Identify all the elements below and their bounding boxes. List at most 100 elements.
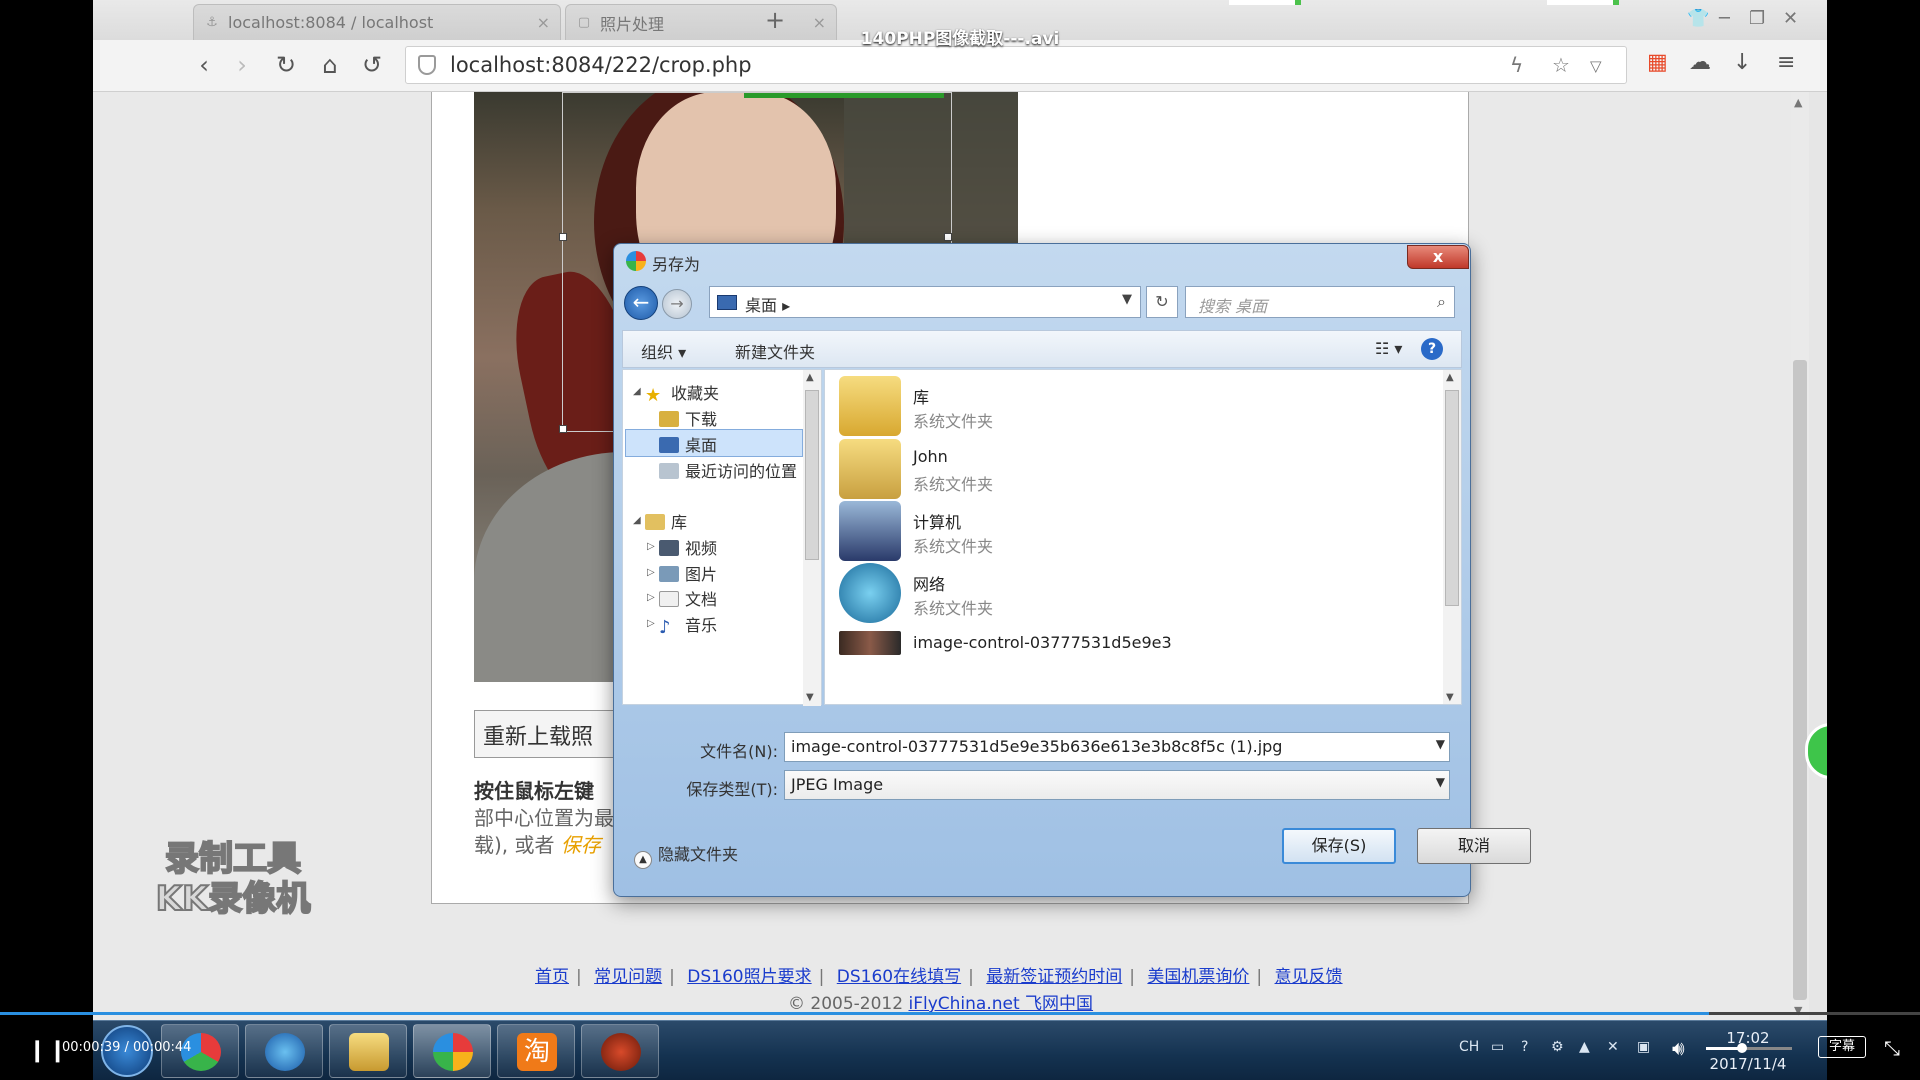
download-icon[interactable]: ↓ [1733, 50, 1751, 75]
back-arrow-icon[interactable]: ← [624, 286, 658, 320]
volume-muted-icon[interactable]: ✕ [1607, 1039, 1619, 1055]
clock[interactable]: 17:02 2017/11/4 [1693, 1025, 1803, 1077]
undo-close-icon[interactable]: ↺ [357, 50, 387, 80]
footer-link-ds160-online[interactable]: DS160在线填写 [837, 967, 961, 987]
expand-icon[interactable]: ▷ [647, 541, 655, 552]
scroll-down-icon[interactable]: ▼ [1794, 1004, 1802, 1017]
tab-localhost[interactable]: ⚓ localhost:8084 / localhost × [193, 4, 561, 40]
scroll-thumb[interactable] [1793, 360, 1807, 1000]
url-text[interactable]: localhost:8084/222/crop.php [450, 53, 752, 77]
expand-icon[interactable]: ◢ [633, 515, 641, 526]
copyright-link[interactable]: iFlyChina.net 飞网中国 [908, 994, 1093, 1014]
page-scrollbar[interactable]: ▲ ▼ [1791, 92, 1809, 1020]
forward-arrow-icon[interactable]: → [662, 289, 692, 319]
footer-link-feedback[interactable]: 意见反馈 [1275, 967, 1343, 987]
taskbar-taobao[interactable]: 淘 [497, 1024, 575, 1078]
expand-icon[interactable]: ▷ [647, 567, 655, 578]
taskbar-explorer[interactable] [329, 1024, 407, 1078]
restore-icon[interactable]: ❐ [1749, 8, 1765, 29]
footer-link-photo-requirements[interactable]: DS160照片要求 [687, 967, 811, 987]
new-tab-button[interactable]: + [765, 6, 785, 34]
chevron-down-icon[interactable]: ▼ [1122, 292, 1132, 307]
crop-handle[interactable] [944, 233, 952, 241]
lightning-icon[interactable]: ϟ [1510, 53, 1523, 77]
filetype-select[interactable]: JPEG Image ▼ [784, 770, 1450, 800]
breadcrumb[interactable]: 桌面 ▸ [745, 292, 790, 316]
file-item-john[interactable]: John 系统文件夹 [839, 437, 1399, 507]
speaker-icon[interactable]: 🔊︎ [1672, 1036, 1685, 1060]
video-progress-bar[interactable] [0, 1012, 1920, 1015]
cloud-icon[interactable]: ☁ [1689, 50, 1711, 75]
cancel-button[interactable]: 取消 [1417, 828, 1531, 864]
search-input[interactable]: 搜索 桌面 ⌕ [1185, 286, 1455, 318]
crop-handle[interactable] [559, 233, 567, 241]
scroll-up-icon[interactable]: ▲ [1794, 96, 1802, 109]
new-folder-button[interactable]: 新建文件夹 [735, 339, 815, 363]
scroll-thumb[interactable] [805, 390, 819, 560]
chevron-down-icon[interactable]: ▽ [1590, 57, 1602, 75]
save-button[interactable]: 保存(S) [1282, 828, 1396, 864]
reload-icon[interactable]: ↻ [271, 50, 301, 80]
nav-item-downloads[interactable]: 下载 [659, 406, 717, 430]
hide-folders-toggle[interactable]: ▲ 隐藏文件夹 [634, 841, 738, 869]
file-item-computer[interactable]: 计算机 系统文件夹 [839, 499, 1399, 569]
help-tray-icon[interactable]: ? [1521, 1039, 1528, 1055]
crop-handle[interactable] [559, 425, 567, 433]
organize-button[interactable]: 组织 ▾ [641, 339, 686, 363]
scroll-thumb[interactable] [1445, 390, 1459, 606]
scroll-up-icon[interactable]: ▲ [1446, 372, 1454, 383]
address-bar[interactable]: localhost:8084/222/crop.php ϟ ☆ ▽ [405, 46, 1627, 84]
skin-icon[interactable]: 👕 [1687, 8, 1709, 29]
nav-item-music[interactable]: ♪ 音乐 [659, 612, 717, 638]
taskbar-recorder[interactable] [581, 1024, 659, 1078]
nav-item-videos[interactable]: 视频 [659, 535, 717, 559]
chevron-down-icon[interactable]: ▼ [1436, 737, 1445, 751]
scroll-up-icon[interactable]: ▲ [806, 372, 814, 383]
refresh-icon[interactable]: ↻ [1146, 286, 1178, 318]
filename-field[interactable]: image-control-03777531d5e9e35b636e613e3b… [784, 732, 1450, 762]
nav-item-libraries[interactable]: 库 [645, 509, 687, 533]
home-icon[interactable]: ⌂ [315, 50, 345, 80]
back-icon[interactable]: ‹ [189, 50, 219, 80]
scroll-down-icon[interactable]: ▼ [806, 692, 814, 703]
help-icon[interactable]: ? [1421, 338, 1443, 360]
fullscreen-exit-icon[interactable]: ⤡ [1884, 1036, 1900, 1060]
settings-tray-icon[interactable]: ⚙ [1551, 1039, 1564, 1055]
nav-item-documents[interactable]: 文档 [659, 586, 717, 610]
expand-icon[interactable]: ▷ [647, 618, 655, 629]
file-item-image[interactable]: image-control-03777531d5e9e3 [839, 623, 1399, 693]
menu-icon[interactable]: ≡ [1777, 50, 1795, 75]
close-tab-icon[interactable]: × [813, 13, 826, 32]
chevron-down-icon[interactable]: ▼ [1436, 775, 1445, 789]
file-list-scrollbar[interactable]: ▲ ▼ [1443, 370, 1461, 704]
volume-slider[interactable] [1706, 1043, 1792, 1053]
nav-scrollbar[interactable]: ▲ ▼ [803, 370, 821, 706]
folder-address-bar[interactable]: 桌面 ▸ ▼ [709, 286, 1141, 318]
close-window-icon[interactable]: ✕ [1783, 8, 1798, 29]
nav-item-favorites[interactable]: ★ 收藏夹 [645, 380, 719, 406]
save-link[interactable]: 保存 [561, 833, 601, 857]
footer-link-faq[interactable]: 常见问题 [594, 967, 662, 987]
nav-item-recent[interactable]: 最近访问的位置 [659, 458, 797, 482]
file-item-library[interactable]: 库 系统文件夹 [839, 374, 1399, 444]
taskbar-ie[interactable] [245, 1024, 323, 1078]
scroll-down-icon[interactable]: ▼ [1446, 692, 1454, 703]
taskbar-360-browser[interactable] [413, 1024, 491, 1078]
reupload-button[interactable]: 重新上载照 [474, 710, 624, 758]
footer-link-appointment[interactable]: 最新签证预约时间 [986, 967, 1122, 987]
footer-link-home[interactable]: 首页 [535, 967, 569, 987]
show-hidden-icons[interactable]: ▲ [1579, 1039, 1590, 1055]
expand-icon[interactable]: ◢ [633, 386, 641, 397]
expand-icon[interactable]: ▷ [647, 592, 655, 603]
file-item-network[interactable]: 网络 系统文件夹 [839, 561, 1399, 631]
dialog-close-button[interactable]: x [1407, 245, 1469, 269]
language-indicator[interactable]: CH [1459, 1039, 1479, 1055]
apps-grid-icon[interactable]: ▦ [1647, 50, 1668, 75]
keyboard-icon[interactable]: ▭ [1491, 1039, 1504, 1055]
network-tray-icon[interactable]: ▣ [1637, 1039, 1650, 1055]
forward-icon[interactable]: › [227, 50, 257, 80]
close-tab-icon[interactable]: × [537, 13, 550, 32]
subtitle-button[interactable]: 字幕 [1818, 1036, 1866, 1058]
bookmark-star-icon[interactable]: ☆ [1552, 53, 1570, 77]
footer-link-airfare[interactable]: 美国机票询价 [1147, 967, 1249, 987]
